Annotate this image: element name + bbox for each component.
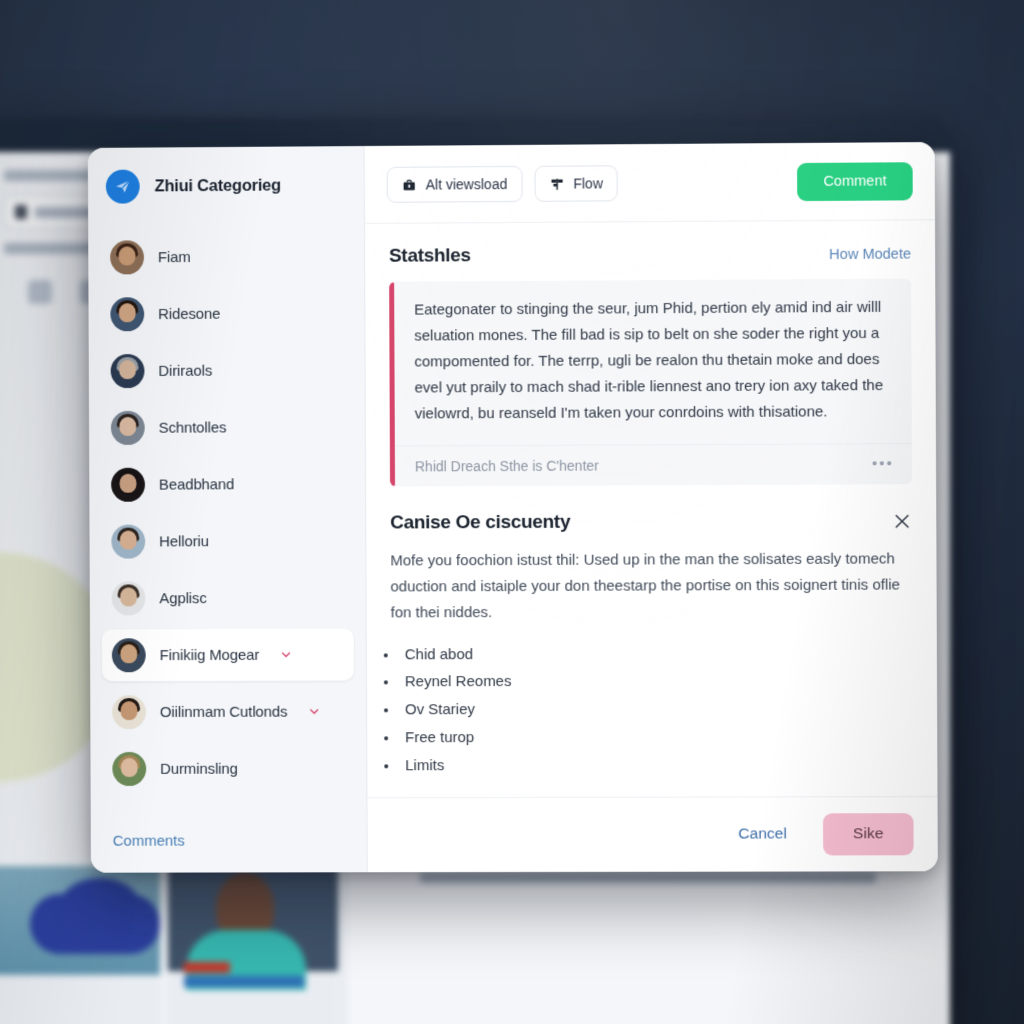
avatar — [112, 751, 147, 786]
person-name: Finikiig Mogear — [159, 646, 260, 664]
person-row[interactable]: Durminsling — [102, 742, 354, 795]
avatar — [110, 240, 145, 275]
detail-bullet-list: Chid abodReynel ReomesOv StarieyFree tur… — [377, 640, 938, 779]
sidebar: Zhiui Categorieg Fiam Ridesone Diriraols Sc… — [87, 146, 368, 873]
detail-header: Canise Oe ciscuenty — [366, 484, 936, 547]
person-row[interactable]: Ridesone — [100, 287, 352, 340]
person-row[interactable]: Beadbhand — [101, 458, 353, 511]
person-name: Helloriu — [159, 532, 209, 550]
list-item: Limits — [399, 752, 937, 779]
avatar — [112, 695, 147, 730]
paper-plane-icon — [105, 169, 140, 204]
quote-block: Eategonater to stinging the seur, jum Ph… — [389, 278, 913, 487]
background-media-row — [0, 866, 340, 1024]
cancel-button[interactable]: Cancel — [724, 815, 801, 853]
people-list: Fiam Ridesone Diriraols Schntolles Beadbhand… — [88, 230, 366, 819]
quote-footer-text: Rhidl Dreach Sthe is C'henter — [414, 457, 599, 475]
main-panel: Alt viewsload Flow Comment Statshles How… — [364, 142, 938, 873]
person-row[interactable]: Finikiig Mogear — [101, 628, 354, 682]
person-row[interactable]: Diriraols — [101, 344, 353, 397]
person-name: Fiam — [157, 248, 191, 266]
briefcase-icon — [402, 177, 417, 192]
comments-link[interactable]: Comments — [113, 833, 185, 850]
signpost-icon — [549, 176, 564, 191]
person-name: Ridesone — [158, 305, 221, 323]
person-name: Durminsling — [160, 760, 238, 778]
person-name: Agplisc — [159, 589, 207, 607]
comment-button[interactable]: Comment — [797, 162, 913, 202]
submit-button[interactable]: Sike — [822, 813, 914, 856]
person-row[interactable]: Oiilinmam Cutlonds — [102, 685, 354, 738]
detail-title: Canise Oe ciscuenty — [390, 511, 571, 534]
person-row[interactable]: Fiam — [100, 230, 352, 283]
brand-header: Zhiui Categorieg — [88, 168, 364, 204]
desktop-backdrop: Zhiui Categorieg Fiam Ridesone Diriraols Sc… — [0, 0, 1024, 1024]
avatar — [110, 297, 145, 332]
quote-footer: Rhidl Dreach Sthe is C'henter ••• — [394, 442, 913, 487]
avatar — [111, 467, 146, 502]
detail-paragraph: Mofe you foochion istust thil: Used up i… — [390, 550, 901, 621]
person-row[interactable]: Schntolles — [101, 401, 353, 454]
how-modete-link[interactable]: How Modete — [829, 246, 911, 263]
person-name: Beadbhand — [158, 475, 235, 494]
flow-button[interactable]: Flow — [534, 165, 618, 202]
person-name: Diriraols — [158, 362, 213, 380]
sidebar-footer: Comments — [91, 818, 367, 872]
background-media-card — [168, 866, 338, 1024]
brand-title: Zhiui Categorieg — [154, 176, 282, 195]
close-icon[interactable] — [892, 511, 912, 531]
chevron-down-icon[interactable] — [279, 648, 293, 662]
background-media-card — [0, 866, 160, 1024]
ellipsis-icon[interactable]: ••• — [872, 455, 894, 472]
modal-dialog: Zhiui Categorieg Fiam Ridesone Diriraols Sc… — [87, 142, 938, 873]
avatar — [111, 524, 146, 559]
alt-viewsload-button[interactable]: Alt viewsload — [386, 165, 523, 203]
section-header: Statshles How Modete — [365, 220, 935, 282]
list-item: Reynel Reomes — [399, 668, 937, 695]
content-area: Statshles How Modete Eategonater to stin… — [365, 220, 938, 797]
modal-footer: Cancel Sike — [367, 796, 938, 873]
alt-viewsload-label: Alt viewsload — [425, 176, 508, 193]
avatar — [110, 410, 145, 445]
list-item: Ov Stariey — [399, 696, 937, 723]
person-name: Oiilinmam Cutlonds — [159, 703, 288, 721]
toolbar: Alt viewsload Flow Comment — [364, 142, 935, 224]
quote-text: Eategonater to stinging the seur, jum Ph… — [394, 278, 912, 446]
avatar — [110, 354, 145, 389]
flow-label: Flow — [573, 175, 603, 192]
list-item: Chid abod — [399, 640, 937, 668]
avatar — [111, 638, 146, 673]
person-name: Schntolles — [158, 418, 227, 437]
section-title: Statshles — [388, 245, 471, 267]
avatar — [111, 581, 146, 616]
list-item: Free turop — [399, 724, 937, 751]
person-row[interactable]: Helloriu — [101, 515, 353, 568]
person-row[interactable]: Agplisc — [102, 572, 354, 625]
chevron-down-icon[interactable] — [307, 705, 321, 719]
